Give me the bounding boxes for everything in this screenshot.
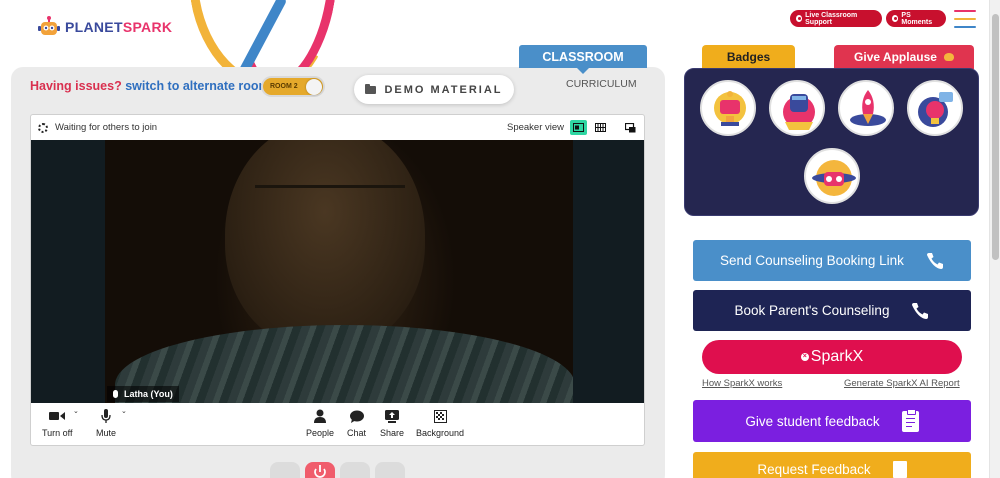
mic-icon xyxy=(113,390,118,398)
planetspark-logo[interactable]: PLANETSPARK xyxy=(38,16,172,38)
camera-icon xyxy=(49,409,66,423)
video-area: Latha (You) xyxy=(31,140,644,403)
give-student-feedback-button[interactable]: Give student feedback xyxy=(693,400,971,442)
ps-moments-button[interactable]: PS Moments xyxy=(886,10,946,27)
sparkx-label: SparkX xyxy=(810,348,864,365)
badges-panel xyxy=(684,68,979,216)
live-classroom-support-button[interactable]: Live Classroom Support xyxy=(790,10,882,27)
give-applause-tab[interactable]: Give Applause xyxy=(834,45,974,69)
turn-off-camera-button[interactable]: Turn off xyxy=(42,409,73,438)
mute-label: Mute xyxy=(96,428,117,438)
demo-material-button[interactable]: DEMO MATERIAL xyxy=(354,75,514,104)
issues-prefix: Having issues? xyxy=(30,79,122,93)
end-call-button[interactable] xyxy=(305,462,335,478)
fullscreen-button[interactable] xyxy=(270,462,300,478)
hamburger-menu-icon[interactable] xyxy=(954,10,976,28)
background-icon xyxy=(433,409,447,423)
participant-name: Latha (You) xyxy=(124,389,173,399)
meeting-controls: Turn off ⌄ Mute ⌄ People Chat Share Back… xyxy=(31,403,644,445)
book-parent-label: Book Parent's Counseling xyxy=(734,303,890,318)
sparkx-icon: × xyxy=(800,353,809,361)
tab-classroom[interactable]: CLASSROOM xyxy=(519,45,647,74)
book-parents-counseling-button[interactable]: Book Parent's Counseling xyxy=(693,290,971,331)
live-support-label: Live Classroom Support xyxy=(805,11,858,26)
phone-icon xyxy=(926,252,944,270)
send-counseling-booking-link-button[interactable]: Send Counseling Booking Link xyxy=(693,240,971,281)
participant-glasses xyxy=(255,185,405,211)
meeting-top-bar: Waiting for others to join Speaker view xyxy=(31,115,644,140)
share-label: Share xyxy=(380,428,405,438)
how-sparkx-works-link[interactable]: How SparkX works xyxy=(702,378,782,389)
participant-face xyxy=(225,140,425,350)
turn-off-label: Turn off xyxy=(42,428,73,438)
switch-room-link[interactable]: switch to alternate room xyxy=(125,79,269,93)
power-icon xyxy=(314,465,326,478)
room-toggle[interactable]: ROOM 2 xyxy=(261,76,325,97)
speaker-view-icon[interactable] xyxy=(570,120,587,135)
clipboard-icon xyxy=(901,408,919,432)
palette-button[interactable] xyxy=(375,462,405,478)
mute-button[interactable]: Mute xyxy=(96,409,116,438)
folder-icon xyxy=(365,83,377,94)
microphone-icon xyxy=(101,409,111,423)
lightbulb-badge-icon[interactable] xyxy=(907,80,963,136)
scrollbar-thumb[interactable] xyxy=(992,14,999,260)
people-button[interactable]: People xyxy=(306,409,334,438)
chat-label: Chat xyxy=(347,428,367,438)
share-icon xyxy=(385,409,400,423)
camera-options-chevron-icon[interactable]: ⌄ xyxy=(73,407,79,415)
badges-tab[interactable]: Badges xyxy=(702,45,795,75)
ps-moments-label: PS Moments xyxy=(901,11,933,26)
video-meeting-frame: Waiting for others to join Speaker view … xyxy=(30,114,645,446)
chat-button[interactable]: Chat xyxy=(347,409,366,438)
fist-badge-icon[interactable] xyxy=(769,80,825,136)
student-feedback-label: Give student feedback xyxy=(745,413,880,429)
chat-icon xyxy=(349,409,364,423)
clap-icon xyxy=(943,53,954,61)
rocket-badge-icon[interactable] xyxy=(838,80,894,136)
background-button[interactable]: Background xyxy=(416,409,464,438)
give-applause-label: Give Applause xyxy=(854,50,937,64)
phone-icon xyxy=(911,302,929,320)
issues-notice: Having issues? switch to alternate room xyxy=(30,79,270,93)
request-feedback-label: Request Feedback xyxy=(757,461,871,477)
mic-options-chevron-icon[interactable]: ⌄ xyxy=(121,407,127,415)
screen-button[interactable] xyxy=(340,462,370,478)
room-toggle-label: ROOM 2 xyxy=(270,83,298,90)
moments-dot-icon xyxy=(892,15,899,22)
speaker-view-label: Speaker view xyxy=(507,122,565,133)
sparkx-button[interactable]: × SparkX xyxy=(702,340,962,374)
robot-badge-icon[interactable] xyxy=(804,148,860,204)
picture-in-picture-icon[interactable] xyxy=(622,120,639,135)
participant-video xyxy=(105,140,573,403)
generate-sparkx-report-link[interactable]: Generate SparkX AI Report xyxy=(844,378,960,389)
background-label: Background xyxy=(416,428,465,438)
gear-icon[interactable] xyxy=(38,122,48,133)
logo-wordmark: PLANETSPARK xyxy=(65,19,173,35)
page-scrollbar[interactable] xyxy=(989,0,1000,478)
gallery-view-icon[interactable] xyxy=(592,120,609,135)
share-button[interactable]: Share xyxy=(380,409,404,438)
participant-shoulders xyxy=(115,325,573,403)
people-icon xyxy=(314,409,327,423)
request-feedback-button[interactable]: Request Feedback xyxy=(693,452,971,478)
toggle-knob xyxy=(306,79,322,95)
people-label: People xyxy=(306,428,335,438)
tab-curriculum[interactable]: CURRICULUM xyxy=(566,78,637,90)
participant-name-tag: Latha (You) xyxy=(107,386,179,402)
send-counseling-label: Send Counseling Booking Link xyxy=(720,253,904,268)
robot-logo-icon xyxy=(38,16,60,38)
trophy-badge-icon[interactable] xyxy=(700,80,756,136)
support-dot-icon xyxy=(796,15,803,22)
document-icon xyxy=(892,460,907,478)
meeting-status: Waiting for others to join xyxy=(55,122,158,133)
demo-material-label: DEMO MATERIAL xyxy=(384,83,503,96)
